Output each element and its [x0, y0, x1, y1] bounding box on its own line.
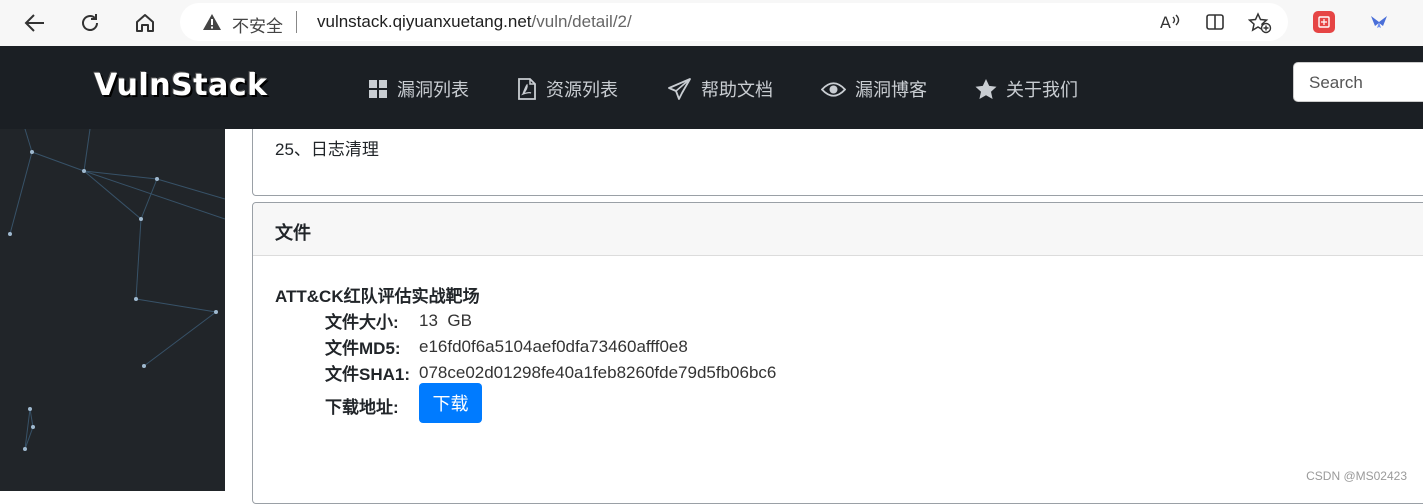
refresh-button[interactable]: [73, 6, 107, 40]
csdn-watermark: CSDN @MS02423: [1306, 469, 1407, 483]
nav-vuln-blog[interactable]: 漏洞博客: [821, 76, 927, 102]
file-size-value: 13 GB: [419, 310, 472, 330]
star-icon: [975, 78, 997, 99]
download-button[interactable]: 下载: [419, 383, 482, 423]
file-md5-label: 文件MD5:: [325, 339, 401, 358]
files-card: 文件 ATT&CK红队评估实战靶场 文件大小: 13 GB 文件MD5: e16…: [252, 202, 1423, 504]
eye-icon: [821, 81, 846, 97]
file-sha1-row: 文件SHA1: 078ce02d01298fe40a1feb8260fde79d…: [325, 360, 776, 385]
nav-vuln-list[interactable]: 漏洞列表: [369, 76, 469, 102]
files-card-header: 文件: [253, 203, 1423, 256]
download-label: 下载地址:: [325, 398, 399, 417]
back-button[interactable]: [18, 6, 52, 40]
file-size-label: 文件大小:: [325, 313, 399, 332]
file-sha1-label: 文件SHA1:: [325, 365, 411, 384]
warning-icon: [203, 14, 221, 30]
nav-about-us-label: 关于我们: [1006, 80, 1078, 100]
sidebar-background: [0, 129, 225, 491]
description-last-item: 25、日志清理: [275, 140, 379, 159]
particle-network-decoration: [8, 129, 225, 451]
nav-resource-list[interactable]: 资源列表: [517, 76, 618, 102]
extension-bird-icon[interactable]: [1368, 11, 1390, 33]
url-host: vulnstack.qiyuanxuetang.net: [317, 12, 532, 31]
file-sha1-value: 078ce02d01298fe40a1feb8260fde79d5fb06bc6: [419, 362, 777, 382]
download-row: 下载地址:: [325, 393, 419, 418]
grid-icon: [369, 79, 387, 98]
url-path: /vuln/detail/2/: [531, 12, 632, 31]
nav-vuln-blog-label: 漏洞博客: [855, 80, 927, 100]
nav-help-docs[interactable]: 帮助文档: [668, 76, 773, 102]
search-input[interactable]: [1307, 72, 1421, 94]
files-card-title: 文件: [275, 223, 311, 243]
file-md5-value: e16fd0f6a5104aef0dfa73460afff0e8: [419, 336, 688, 356]
site-navbar: VulnStack 漏洞列表 资源列表 帮助文档 漏洞博客 关于我们: [0, 46, 1423, 129]
home-button[interactable]: [128, 6, 162, 40]
paper-plane-icon: [668, 78, 691, 100]
search-box[interactable]: [1293, 62, 1423, 102]
back-arrow-icon: [24, 14, 44, 32]
url-text[interactable]: vulnstack.qiyuanxuetang.net/vuln/detail/…: [317, 12, 632, 32]
home-icon: [136, 14, 154, 32]
pdf-file-icon: [518, 78, 536, 100]
insecure-label[interactable]: 不安全: [232, 12, 283, 37]
nav-help-docs-label: 帮助文档: [701, 80, 773, 100]
address-divider: [296, 11, 297, 33]
file-size-row: 文件大小: 13 GB: [325, 308, 472, 333]
file-title: ATT&CK红队评估实战靶场: [275, 287, 480, 306]
read-aloud-icon[interactable]: A: [1160, 12, 1182, 32]
main-content: 25、日志清理 文件 ATT&CK红队评估实战靶场 文件大小: 13 GB 文件…: [225, 129, 1423, 504]
address-bar[interactable]: 不安全 vulnstack.qiyuanxuetang.net/vuln/det…: [180, 3, 1288, 41]
extension-red-icon[interactable]: [1313, 11, 1335, 33]
svg-text:A: A: [1160, 13, 1171, 32]
favorites-add-icon[interactable]: [1248, 12, 1272, 34]
description-card: 25、日志清理: [252, 129, 1423, 196]
refresh-icon: [82, 14, 98, 31]
nav-resource-list-label: 资源列表: [546, 80, 618, 100]
nav-vuln-list-label: 漏洞列表: [397, 80, 469, 100]
file-md5-row: 文件MD5: e16fd0f6a5104aef0dfa73460afff0e8: [325, 334, 688, 359]
split-screen-icon[interactable]: [1205, 12, 1225, 32]
browser-toolbar: 不安全 vulnstack.qiyuanxuetang.net/vuln/det…: [0, 0, 1423, 46]
nav-about-us[interactable]: 关于我们: [975, 76, 1078, 102]
site-logo[interactable]: VulnStack: [94, 68, 268, 103]
